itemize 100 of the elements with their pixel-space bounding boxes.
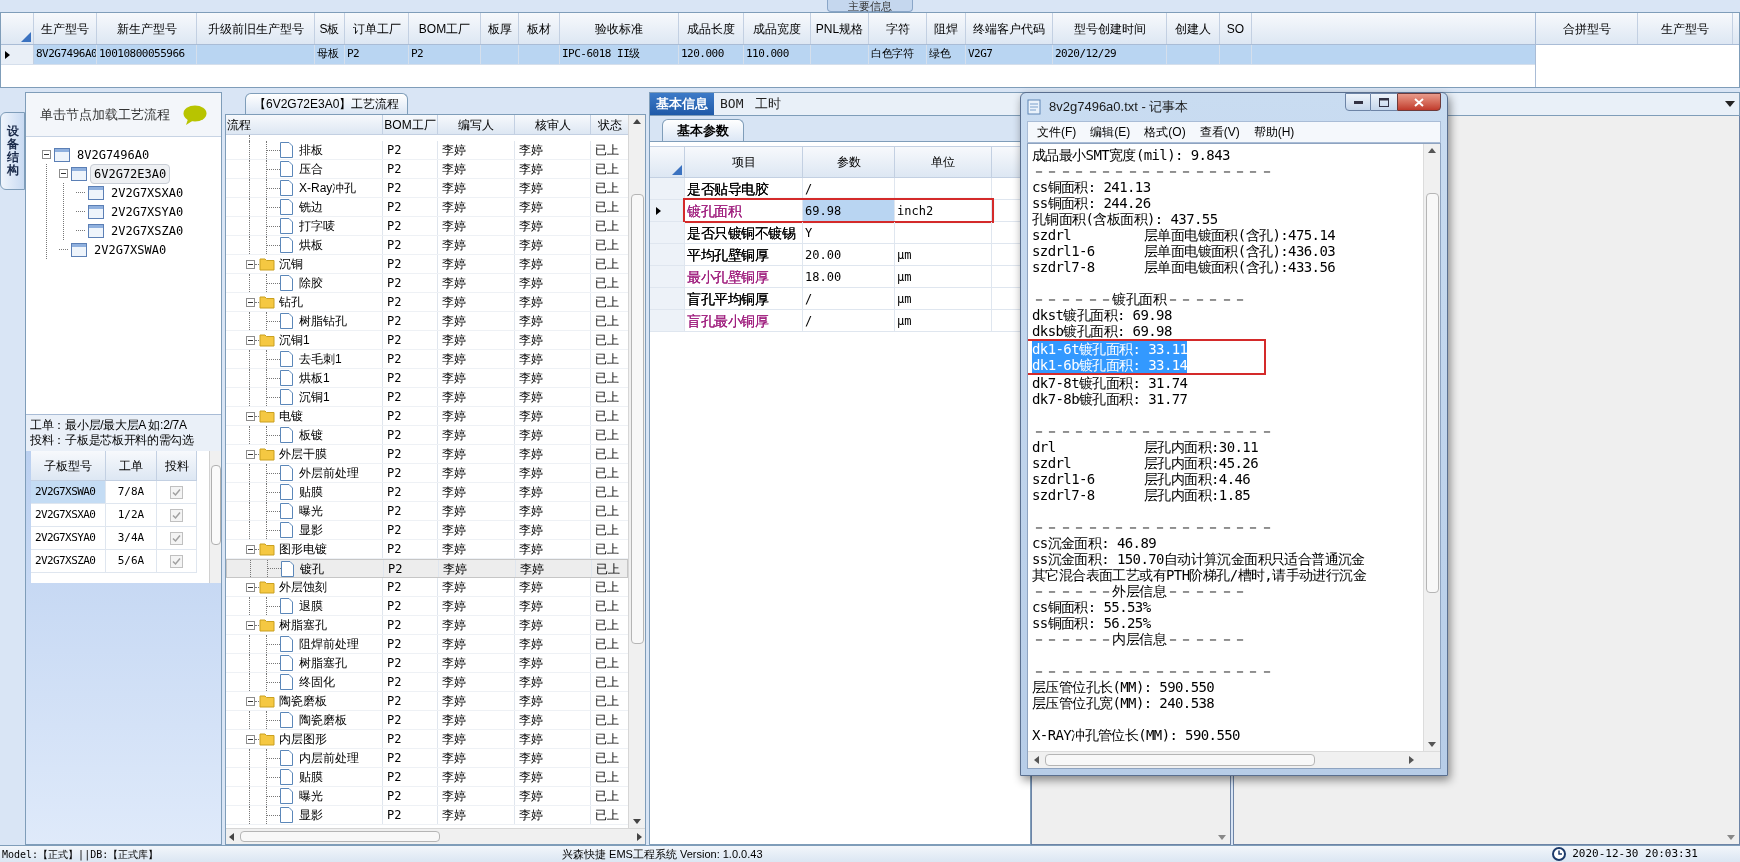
column-header[interactable]: PNL规格 xyxy=(811,13,869,44)
tab[interactable]: BOM xyxy=(714,93,750,115)
menu-item[interactable]: 文件(F) xyxy=(1032,123,1082,141)
window-title: 8v2g7496a0.txt - 记事本 xyxy=(1049,98,1189,117)
scroll-down-icon[interactable] xyxy=(1428,742,1436,747)
scroll-down-icon[interactable] xyxy=(633,819,641,824)
column-header[interactable]: 板材 xyxy=(519,13,560,44)
flow-row[interactable]: 树脂钻孔 P2 李婷 李婷 已上 xyxy=(226,312,628,331)
column-header[interactable]: 终端客户代码 xyxy=(966,13,1053,44)
table-row-header[interactable]: 2V2G7XSWA0 xyxy=(31,481,106,503)
column-header[interactable]: 投料 xyxy=(157,451,197,480)
dropdown-arrow-icon[interactable] xyxy=(1725,101,1735,107)
checkbox[interactable] xyxy=(170,485,183,499)
tree-node[interactable]: 6V2G72E3A0 xyxy=(90,163,171,184)
collapse-icon[interactable] xyxy=(246,734,255,744)
collapse-icon[interactable] xyxy=(246,335,255,345)
row-header[interactable] xyxy=(650,200,685,221)
scroll-left-icon[interactable] xyxy=(1034,756,1039,764)
collapse-icon[interactable] xyxy=(246,620,255,630)
panel-tab[interactable]: 【6V2G72E3A0】工艺流程 xyxy=(245,93,409,114)
flow-row[interactable]: 镀孔 P2 李婷 李婷 已上 xyxy=(226,559,628,578)
column-header[interactable]: 子板型号 xyxy=(31,451,106,480)
column-header[interactable]: 板厚 xyxy=(481,13,519,44)
flow-row[interactable]: 板镀 P2 李婷 李婷 已上 xyxy=(226,426,628,445)
tree-node[interactable]: 2V2G7XSWA0 xyxy=(90,239,171,260)
checkbox[interactable] xyxy=(170,531,183,545)
collapse-icon[interactable] xyxy=(246,411,255,421)
close-button[interactable] xyxy=(1397,93,1441,111)
flow-row[interactable]: 除胶 P2 李婷 李婷 已上 xyxy=(226,274,628,293)
flow-row[interactable]: 显影 P2 李婷 李婷 已上 xyxy=(226,521,628,540)
column-header[interactable]: 成品宽度 xyxy=(744,13,811,44)
column-header[interactable]: 验收标准 xyxy=(560,13,679,44)
table-cell-text: 李婷 xyxy=(519,180,543,197)
table-row-header[interactable]: 2V2G7XSZA0 xyxy=(31,550,106,572)
column-header[interactable]: S板 xyxy=(315,13,345,44)
collapse-icon[interactable] xyxy=(246,582,255,592)
flow-row[interactable]: 退膜 P2 李婷 李婷 已上 xyxy=(226,597,628,616)
horizontal-scrollbar[interactable] xyxy=(1028,751,1440,768)
column-header[interactable]: 字符 xyxy=(869,13,927,44)
checkbox[interactable] xyxy=(170,554,183,568)
tab[interactable]: 基本信息 xyxy=(650,93,714,115)
scrollbar[interactable] xyxy=(1423,144,1440,751)
maximize-button[interactable] xyxy=(1371,93,1397,111)
collapse-icon[interactable] xyxy=(59,169,68,178)
column-header[interactable]: 编写人 xyxy=(438,115,515,134)
column-header[interactable]: 成品长度 xyxy=(679,13,744,44)
column-header[interactable]: 阻焊 xyxy=(927,13,966,44)
menu-item[interactable]: 查看(V) xyxy=(1194,123,1245,141)
column-header[interactable]: 流程 xyxy=(226,115,383,134)
column-header[interactable]: 合拼型号 xyxy=(1536,13,1638,44)
tree-node[interactable]: 2V2G7XSXA0 xyxy=(107,182,188,203)
scroll-right-icon[interactable] xyxy=(1409,756,1414,764)
column-header[interactable]: 创建人 xyxy=(1167,13,1220,44)
scrollbar[interactable] xyxy=(209,451,221,583)
scroll-left-icon[interactable] xyxy=(229,832,234,841)
table-row[interactable]: 8V2G7496A0 10010800055966 母板 P2 P2 IPC-6018 II级 120.000 110.000 白色字符 绿色 V2G7 2020/12/29 xyxy=(1,45,1535,65)
collapse-icon[interactable] xyxy=(246,297,255,307)
scrollbar[interactable] xyxy=(628,115,645,828)
scroll-up-icon[interactable] xyxy=(1428,148,1436,153)
menu-item[interactable]: 格式(O) xyxy=(1139,123,1191,141)
column-header[interactable]: 核审人 xyxy=(515,115,591,134)
scroll-right-icon[interactable] xyxy=(637,832,642,841)
collapse-icon[interactable] xyxy=(246,259,255,269)
menu-item[interactable]: 帮助(H) xyxy=(1248,123,1300,141)
column-header[interactable]: BOM工厂 xyxy=(409,13,481,44)
collapse-icon[interactable] xyxy=(246,449,255,459)
tree-node[interactable]: 2V2G7XSYA0 xyxy=(107,201,188,222)
column-header[interactable]: 订单工厂 xyxy=(345,13,409,44)
tab[interactable]: 工时 xyxy=(749,93,788,115)
tree-node[interactable]: 8V2G7496A0 xyxy=(73,144,154,165)
horizontal-scrollbar[interactable] xyxy=(226,828,645,844)
column-header[interactable]: 升级前旧生产型号 xyxy=(197,13,315,44)
collapse-icon[interactable] xyxy=(246,696,255,706)
column-header[interactable]: BOM工厂 xyxy=(383,115,438,134)
flow-row[interactable]: 陶瓷磨板 P2 李婷 李婷 已上 xyxy=(226,711,628,730)
collapse-icon[interactable] xyxy=(42,150,51,159)
column-header[interactable]: SO xyxy=(1220,13,1252,44)
column-header[interactable]: 项目 xyxy=(685,147,803,177)
flow-row[interactable]: 沉铜1 P2 李婷 李婷 已上 xyxy=(226,388,628,407)
tree-node[interactable]: 2V2G7XSZA0 xyxy=(107,220,188,241)
side-tab[interactable]: 设备结构 xyxy=(0,112,25,190)
column-header[interactable]: 工单 xyxy=(106,451,157,480)
column-header[interactable]: 生产型号 xyxy=(1638,13,1733,44)
flow-row[interactable]: 烘板 P2 李婷 李婷 已上 xyxy=(226,236,628,255)
table-cell: 120.000 xyxy=(681,46,724,63)
menu-item[interactable]: 编辑(E) xyxy=(1085,123,1136,141)
column-header[interactable]: 单位 xyxy=(895,147,992,177)
scroll-up-icon[interactable] xyxy=(633,119,641,124)
column-header[interactable]: 型号创建时间 xyxy=(1053,13,1167,44)
table-row-header[interactable]: 2V2G7XSXA0 xyxy=(31,504,106,526)
sub-tab[interactable]: 基本参数 xyxy=(662,119,744,141)
column-header[interactable]: 新生产型号 xyxy=(97,13,197,44)
collapse-icon[interactable] xyxy=(246,544,255,554)
checkbox[interactable] xyxy=(170,508,183,522)
column-header[interactable]: 生产型号 xyxy=(34,13,97,44)
minimize-button[interactable] xyxy=(1345,93,1371,111)
column-header[interactable]: 参数 xyxy=(803,147,895,177)
table-row-header[interactable]: 2V2G7XSYA0 xyxy=(31,527,106,549)
flow-row[interactable]: 终固化 P2 李婷 李婷 已上 xyxy=(226,673,628,692)
flow-row[interactable]: 显影 P2 李婷 李婷 已上 xyxy=(226,806,628,825)
